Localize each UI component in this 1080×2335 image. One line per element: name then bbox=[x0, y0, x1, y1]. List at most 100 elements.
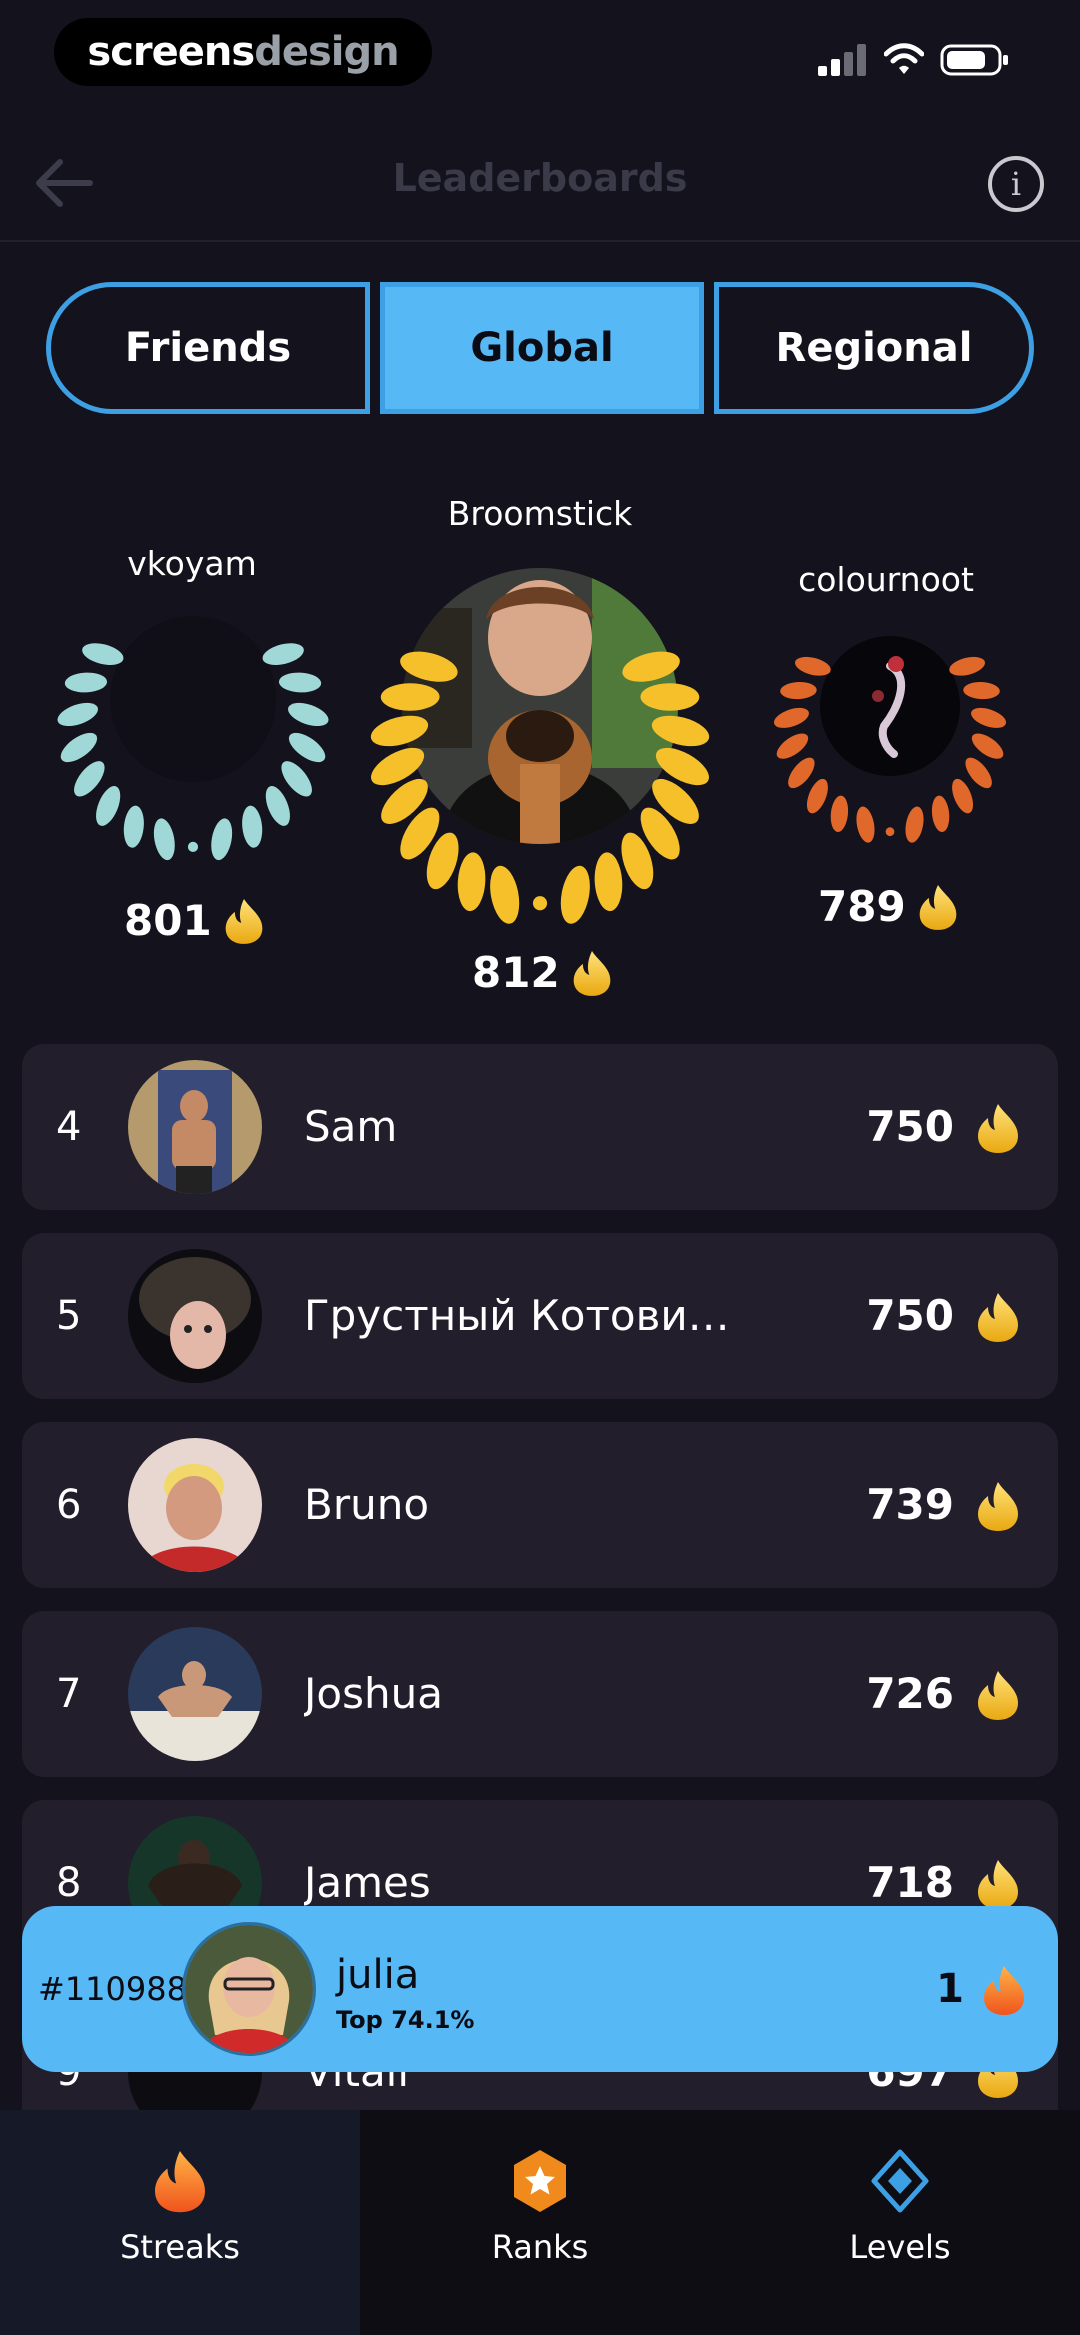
tab-global[interactable]: Global bbox=[380, 282, 704, 414]
avatar-photo bbox=[128, 1060, 262, 1194]
laurel-leaf bbox=[287, 702, 329, 727]
tab-friends[interactable]: Friends bbox=[46, 282, 370, 414]
nav-ranks-label: Ranks bbox=[491, 2228, 589, 2266]
laurel-leaf bbox=[57, 702, 99, 727]
laurel-leaf bbox=[949, 656, 986, 676]
current-user-rank-card[interactable]: #110988 julia Top 74.1% 1 bbox=[22, 1906, 1058, 2072]
row-username: Sam bbox=[304, 1102, 398, 1151]
avatar-photo bbox=[128, 1249, 262, 1383]
app-header: Leaderboards i bbox=[0, 120, 1080, 242]
nav-ranks[interactable]: Ranks bbox=[360, 2110, 720, 2335]
row-score: 726 bbox=[866, 1669, 954, 1718]
current-user-name: julia bbox=[336, 1952, 420, 1998]
diamond-icon bbox=[871, 2149, 929, 2213]
flame-icon bbox=[980, 1964, 1028, 2016]
current-user-rank: #110988 bbox=[38, 1970, 187, 2008]
laurel-leaf bbox=[242, 805, 263, 848]
laurel-leaf bbox=[971, 707, 1007, 728]
laurel-leaf bbox=[806, 778, 828, 814]
laurel-knot bbox=[885, 827, 895, 837]
avatar-photo bbox=[128, 1438, 262, 1572]
avatar-photo bbox=[128, 1627, 262, 1761]
laurel-leaf bbox=[288, 732, 326, 763]
laurel-leaf bbox=[457, 852, 486, 912]
brand-watermark: screens design bbox=[54, 18, 432, 86]
leaderboard-row[interactable]: 4 Sam 750 bbox=[22, 1044, 1058, 1210]
row-username: Bruno bbox=[304, 1480, 430, 1529]
laurel-leaf bbox=[794, 656, 831, 676]
bottom-navigation: Streaks Ranks Levels bbox=[0, 2110, 1080, 2335]
laurel-leaf bbox=[622, 651, 680, 682]
podium-second-score-value: 801 bbox=[124, 896, 212, 945]
podium-first-score: 812 bbox=[472, 948, 614, 997]
battery-icon bbox=[940, 44, 1008, 76]
laurel-leaf bbox=[265, 785, 290, 826]
leaderboard-row[interactable]: 5 Грустный Котови… 750 bbox=[22, 1233, 1058, 1399]
row-username: Joshua bbox=[304, 1669, 443, 1718]
flame-icon bbox=[150, 2148, 210, 2214]
leaderboard-row[interactable]: 6 Bruno 739 bbox=[22, 1422, 1058, 1588]
page-title: Leaderboards bbox=[392, 156, 688, 200]
podium-second-name: vkoyam bbox=[127, 544, 257, 583]
laurel-leaf bbox=[490, 865, 520, 924]
flame-icon bbox=[974, 1669, 1022, 1721]
current-user-score: 1 bbox=[936, 1966, 964, 2012]
laurel-leaf bbox=[370, 715, 429, 747]
laurel-leaf bbox=[96, 785, 121, 826]
laurel-leaf bbox=[211, 818, 233, 861]
laurel-leaf bbox=[278, 672, 322, 693]
row-rank: 5 bbox=[56, 1293, 82, 1339]
current-user-percentile: Top 74.1% bbox=[336, 2006, 475, 2034]
laurel-leaf bbox=[380, 683, 440, 711]
flame-icon bbox=[974, 1291, 1022, 1343]
flame-icon bbox=[222, 897, 266, 945]
row-score: 750 bbox=[866, 1291, 954, 1340]
nav-streaks[interactable]: Streaks bbox=[0, 2110, 360, 2335]
status-bar: screens design bbox=[0, 0, 1080, 100]
nav-streaks-label: Streaks bbox=[120, 2228, 240, 2266]
tab-regional[interactable]: Regional bbox=[714, 282, 1034, 414]
laurel-leaf bbox=[560, 865, 590, 924]
flame-icon bbox=[974, 1480, 1022, 1532]
laurel-leaf bbox=[594, 852, 623, 912]
laurel-leaf bbox=[64, 672, 108, 693]
row-rank: 7 bbox=[56, 1671, 82, 1717]
laurel-leaf bbox=[153, 818, 175, 861]
leaderboard-row[interactable]: 7 Joshua 726 bbox=[22, 1611, 1058, 1777]
laurel-leaf bbox=[856, 806, 875, 843]
info-icon[interactable]: i bbox=[988, 156, 1044, 212]
podium-second-score: 801 bbox=[124, 896, 266, 945]
laurel-leaf bbox=[830, 795, 849, 833]
laurel-knot bbox=[532, 896, 548, 911]
laurel-knot bbox=[187, 841, 199, 852]
leaderboard-scope-tabs: Friends Global Regional bbox=[46, 282, 1034, 414]
podium-third-score: 789 bbox=[818, 882, 960, 931]
laurel-leaf bbox=[780, 681, 817, 700]
laurel-leaf bbox=[905, 806, 924, 843]
nav-levels[interactable]: Levels bbox=[720, 2110, 1080, 2335]
laurel-leaf bbox=[123, 805, 144, 848]
laurel-leaf bbox=[931, 795, 950, 833]
laurel-leaf bbox=[82, 643, 124, 665]
flame-icon bbox=[974, 1858, 1022, 1910]
podium-third-name: colournoot bbox=[798, 560, 974, 599]
row-score: 750 bbox=[866, 1102, 954, 1151]
laurel-leaf bbox=[60, 732, 98, 763]
avatar-photo bbox=[185, 1925, 313, 2053]
laurel-leaf bbox=[963, 681, 1000, 700]
row-rank: 6 bbox=[56, 1482, 82, 1528]
brand-right: design bbox=[254, 29, 399, 75]
wifi-icon bbox=[884, 43, 924, 74]
laurel-leaf bbox=[262, 643, 304, 665]
signal-icon bbox=[818, 44, 866, 76]
laurel-leaf bbox=[952, 778, 974, 814]
podium-first-name: Broomstick bbox=[447, 494, 633, 533]
brand-left: screens bbox=[87, 29, 255, 75]
row-username: Грустный Котови… bbox=[304, 1291, 730, 1340]
row-avatar bbox=[128, 1438, 262, 1572]
laurel-leaf bbox=[400, 651, 458, 682]
bronze-laurel-icon bbox=[773, 656, 1007, 843]
row-avatar bbox=[128, 1627, 262, 1761]
row-score: 739 bbox=[866, 1480, 954, 1529]
podium-first-score-value: 812 bbox=[472, 948, 560, 997]
